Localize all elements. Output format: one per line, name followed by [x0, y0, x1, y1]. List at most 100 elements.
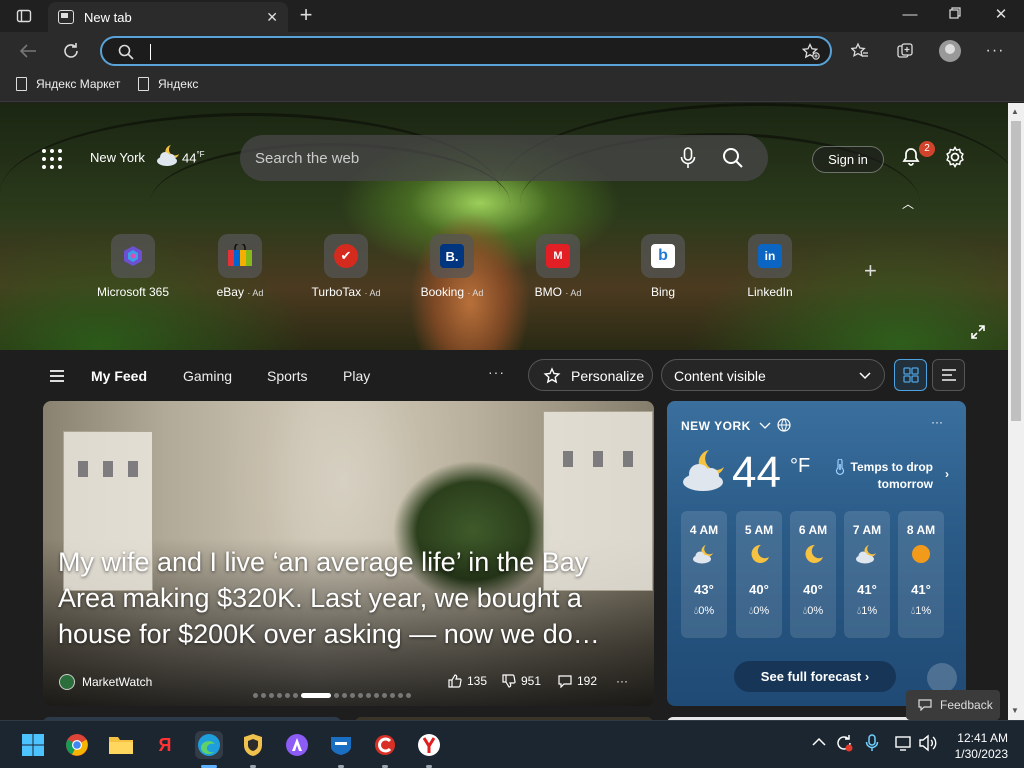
tray-sync-icon[interactable]: [835, 734, 853, 755]
taskbar-chrome[interactable]: [63, 731, 91, 759]
close-tab-icon[interactable]: ✕: [266, 9, 278, 26]
tab-new-tab[interactable]: New tab ✕: [48, 2, 288, 32]
chevron-down-icon: [859, 372, 871, 380]
temperature-unit[interactable]: °F: [790, 455, 810, 478]
add-quick-link-button[interactable]: +: [864, 258, 877, 284]
weather-more-button[interactable]: ···: [931, 415, 943, 429]
refresh-button[interactable]: [58, 39, 84, 63]
folder-icon: [109, 737, 133, 754]
hourly-forecast-item[interactable]: 5 AM 40° 💧︎0%: [736, 511, 782, 638]
tab-sports[interactable]: Sports: [267, 368, 307, 384]
comment-icon: [558, 675, 572, 688]
comments-button[interactable]: 192: [558, 674, 597, 688]
show-hidden-icons-button[interactable]: [812, 735, 826, 750]
header-temperature[interactable]: 44°F: [182, 150, 205, 165]
page-scrollbar[interactable]: ▲ ▼: [1008, 103, 1024, 720]
close-window-button[interactable]: ✕: [986, 6, 1016, 24]
taskbar-alice[interactable]: [283, 731, 311, 759]
notification-badge: 2: [919, 141, 935, 157]
hour-time: 6 AM: [798, 523, 828, 537]
thumbs-up-icon: [448, 674, 462, 688]
microphone-icon[interactable]: [680, 147, 696, 169]
list-layout-button[interactable]: [932, 359, 965, 391]
taskbar-ccleaner[interactable]: [371, 731, 399, 759]
hourly-forecast-item[interactable]: 7 AM 41° 💧︎1%: [844, 511, 890, 638]
collapse-quick-links-icon[interactable]: ︿: [902, 195, 914, 212]
cloud-moon-icon: [157, 145, 179, 166]
expand-background-icon[interactable]: [970, 324, 986, 340]
news-source[interactable]: MarketWatch: [82, 675, 152, 689]
tab-gaming[interactable]: Gaming: [183, 368, 232, 384]
taskbar-file-explorer[interactable]: [107, 731, 135, 759]
window-shape: [78, 461, 88, 477]
scrollbar-thumb[interactable]: [1011, 121, 1021, 421]
back-button[interactable]: [15, 39, 41, 63]
quick-link-bmo[interactable]: M BMO · Ad: [510, 234, 606, 299]
taskbar-clock[interactable]: 12:41 AM 1/30/2023: [946, 730, 1008, 762]
profile-avatar[interactable]: [939, 40, 961, 62]
hourly-forecast-item[interactable]: 6 AM 40° 💧︎0%: [790, 511, 836, 638]
quick-link-booking[interactable]: B. Booking · Ad: [404, 234, 500, 299]
taskbar-app-shield[interactable]: [327, 731, 355, 759]
weather-city[interactable]: NEW YORK: [681, 418, 792, 433]
carousel-dots[interactable]: [253, 693, 411, 698]
tab-play[interactable]: Play: [343, 368, 370, 384]
hourly-forecast-item[interactable]: 8 AM 41° 💧︎1%: [898, 511, 944, 638]
hourly-forecast-item[interactable]: 4 AM 43° 💧︎0%: [681, 511, 727, 638]
featured-news-card[interactable]: My wife and I live ‘an average life’ in …: [43, 401, 654, 706]
favorite-yandex-market[interactable]: Яндекс Маркет: [16, 77, 120, 91]
new-tab-button[interactable]: +: [294, 4, 318, 26]
quick-link-linkedin[interactable]: in LinkedIn: [722, 234, 818, 299]
favorite-yandex[interactable]: Яндекс: [138, 77, 198, 91]
more-tabs-button[interactable]: ···: [488, 364, 505, 380]
like-count: 135: [467, 674, 488, 688]
app-launcher-icon[interactable]: [42, 149, 62, 169]
start-button[interactable]: [19, 731, 47, 759]
quick-link-bing[interactable]: b Bing: [615, 234, 711, 299]
collections-button[interactable]: [892, 39, 918, 63]
address-bar[interactable]: [100, 36, 832, 66]
tab-actions-button[interactable]: [8, 5, 40, 27]
quick-link-ebay[interactable]: eBay · Ad: [192, 234, 288, 299]
feed-menu-icon[interactable]: [50, 370, 64, 385]
news-headline[interactable]: My wife and I live ‘an average life’ in …: [58, 544, 638, 652]
feedback-button[interactable]: Feedback: [906, 690, 1000, 720]
taskbar-edge[interactable]: [195, 731, 223, 759]
scroll-down-arrow-icon[interactable]: ▼: [1011, 706, 1019, 715]
minimize-button[interactable]: —: [895, 6, 925, 24]
taskbar-yandex[interactable]: Я: [151, 731, 179, 759]
quick-link-turbotax[interactable]: ✔ TurboTax · Ad: [298, 234, 394, 299]
news-more-button[interactable]: ···: [616, 674, 628, 688]
tray-microphone-icon[interactable]: [865, 734, 879, 755]
restore-button[interactable]: [940, 6, 970, 24]
grid-layout-button[interactable]: [894, 359, 927, 391]
booking-logo-icon: B.: [440, 244, 464, 268]
search-icon: [118, 44, 134, 60]
moon-icon: [805, 544, 823, 563]
content-visibility-dropdown[interactable]: Content visible: [661, 359, 885, 391]
tab-my-feed[interactable]: My Feed: [91, 368, 147, 384]
personalize-button[interactable]: Personalize: [528, 359, 653, 391]
quick-link-microsoft-365[interactable]: Microsoft 365: [85, 234, 181, 299]
weather-card[interactable]: NEW YORK ··· 44 °F Temps to drop tomorro…: [667, 401, 966, 706]
scroll-up-arrow-icon[interactable]: ▲: [1011, 107, 1019, 116]
see-full-forecast-button[interactable]: See full forecast ›: [734, 661, 896, 692]
add-favorite-icon[interactable]: [802, 43, 820, 61]
tray-network-icon[interactable]: [895, 734, 913, 755]
taskbar-yandex-browser[interactable]: [415, 731, 443, 759]
shield-icon: [244, 734, 262, 756]
taskbar-brave[interactable]: [239, 731, 267, 759]
weather-alert[interactable]: Temps to drop tomorrow ›: [833, 459, 949, 493]
gear-icon[interactable]: [944, 146, 966, 168]
like-button[interactable]: 135: [448, 674, 487, 688]
weather-location[interactable]: New York: [90, 150, 145, 165]
list-layout-icon: [941, 369, 956, 381]
settings-and-more-button[interactable]: ···: [982, 39, 1008, 63]
search-icon[interactable]: [722, 147, 744, 169]
tray-volume-icon[interactable]: [919, 734, 937, 755]
favorites-button[interactable]: [847, 39, 873, 63]
web-search-box[interactable]: Search the web: [240, 135, 768, 181]
sign-in-button[interactable]: Sign in: [812, 146, 884, 173]
dislike-button[interactable]: 951: [502, 674, 541, 688]
weather-assistant-icon[interactable]: [927, 663, 957, 693]
